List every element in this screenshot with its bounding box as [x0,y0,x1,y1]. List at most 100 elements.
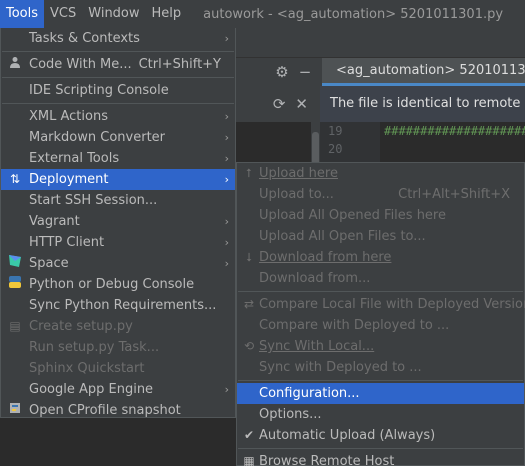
menu-item-upload-to: Upload to... Ctrl+Alt+Shift+X [237,184,524,205]
sync-icon: ⟲ [243,339,255,353]
deploy-arrows-icon: ⇅ [9,172,21,186]
menu-item-xml-actions[interactable]: XML Actions › [1,106,235,127]
menu-item-label: Space [29,256,69,271]
python-icon [7,274,23,295]
menu-item-google-app-engine[interactable]: Google App Engine › [1,379,235,400]
code-line: ###################################### [384,124,525,138]
compare-icon: ⇄ [243,297,255,311]
menu-tools[interactable]: Tools [0,0,45,28]
tools-menu: Tasks & Contexts › Code With Me... Ctrl+… [0,28,236,418]
line-gutter: 19 20 [320,122,380,162]
menu-item-label: Download from... [259,271,371,286]
menu-item-label: Start SSH Session... [29,193,158,208]
menu-item-download-from-here: ⭣ Download from here [237,247,524,268]
menu-item-start-ssh-session[interactable]: Start SSH Session... [1,190,235,211]
menu-item-label: Markdown Converter [29,130,166,145]
chevron-right-icon: › [224,110,229,123]
menu-item-code-with-me[interactable]: Code With Me... Ctrl+Shift+Y [1,54,235,75]
editor-tab[interactable]: <ag_automation> 5201011301 [322,58,525,86]
menu-item-label: XML Actions [29,109,108,124]
menu-item-label: Deployment [29,172,109,187]
menu-separator [238,291,523,292]
person-icon [7,54,23,75]
menu-item-label: Code With Me... [29,57,132,72]
menu-separator [2,103,234,104]
menu-item-upload-here: ⭡ Upload here [237,163,524,184]
code-area[interactable]: ###################################### [380,122,525,162]
menu-item-options[interactable]: Options... [237,404,524,425]
menu-separator [2,77,234,78]
line-number: 19 [328,124,343,138]
menu-item-label: Automatic Upload (Always) [259,428,436,443]
project-tool-icons: ⟳ ✕ [236,86,320,122]
menu-vcs[interactable]: VCS [44,0,82,28]
menu-item-ide-scripting-console[interactable]: IDE Scripting Console [1,80,235,101]
menu-item-sphinx-quickstart: Sphinx Quickstart [1,358,235,379]
menu-item-label: Upload here [259,166,338,181]
menu-item-space[interactable]: Space › [1,253,235,274]
checkmark-icon: ✔ [243,428,255,442]
menu-item-compare-with-deployed-to: Compare with Deployed to ... [237,315,524,336]
menu-help[interactable]: Help [146,0,188,28]
menu-item-upload-all-opened-files-here: Upload All Opened Files here [237,205,524,226]
menu-item-label: Open CProfile snapshot [29,403,181,418]
identical-file-notice: The file is identical to remote one [320,86,525,122]
menu-item-sync-python-requirements[interactable]: Sync Python Requirements... [1,295,235,316]
shortcut-label: Ctrl+Alt+Shift+X [398,187,510,202]
menu-item-configuration[interactable]: Configuration... [237,383,524,404]
space-icon [7,253,23,274]
download-icon: ⭣ [246,250,252,264]
remote-host-icon: ▦ [243,454,255,466]
menu-item-label: External Tools [29,151,120,166]
menu-item-automatic-upload[interactable]: ✔ Automatic Upload (Always) [237,425,524,446]
menu-item-label: Download from here [259,250,392,265]
menu-item-run-setup-py-task: Run setup.py Task... [1,337,235,358]
menu-item-label: Upload All Open Files to... [259,229,426,244]
chevron-right-icon: › [224,32,229,45]
menu-separator [238,380,523,381]
menu-bar: Tools VCS Window Help autowork - <ag_aut… [0,0,525,28]
chevron-right-icon: › [224,152,229,165]
chevron-right-icon: › [224,131,229,144]
profile-icon [7,400,23,421]
gear-icon[interactable]: ⚙ [270,63,294,81]
menu-item-label: Compare Local File with Deployed Version [259,297,525,312]
menu-item-compare-local-file: ⇄ Compare Local File with Deployed Versi… [237,294,525,315]
chevron-right-icon: › [224,383,229,396]
menu-item-label: Browse Remote Host [259,454,395,466]
menu-item-tasks-contexts[interactable]: Tasks & Contexts › [1,28,235,49]
chevron-right-icon: › [224,215,229,228]
menu-item-label: Run setup.py Task... [29,340,160,355]
menu-item-label: Sync Python Requirements... [29,298,217,313]
shortcut-label: Ctrl+Shift+Y [138,57,221,72]
menu-item-python-debug-console[interactable]: Python or Debug Console [1,274,235,295]
deployment-submenu: ⭡ Upload here Upload to... Ctrl+Alt+Shif… [236,162,525,466]
menu-window[interactable]: Window [82,0,145,28]
refresh-icon[interactable]: ⟳ [273,95,286,113]
menu-item-label: Python or Debug Console [29,277,195,292]
menu-item-label: Vagrant [29,214,80,229]
editor-tab-label: <ag_automation> 5201011301 [336,63,525,78]
menu-separator [238,448,523,449]
menu-item-label: Tasks & Contexts [29,31,140,46]
menu-item-markdown-converter[interactable]: Markdown Converter › [1,127,235,148]
close-icon[interactable]: ✕ [295,95,308,113]
menu-item-vagrant[interactable]: Vagrant › [1,211,235,232]
menu-item-label: HTTP Client [29,235,105,250]
chevron-right-icon: › [224,257,229,270]
menu-item-label: Upload to... [259,187,334,202]
menu-item-external-tools[interactable]: External Tools › [1,148,235,169]
menu-item-label: Options... [259,407,322,422]
menu-item-browse-remote-host[interactable]: ▦ Browse Remote Host [237,451,524,466]
menu-item-label: IDE Scripting Console [29,83,169,98]
menu-item-label: Upload All Opened Files here [259,208,446,223]
menu-item-label: Compare with Deployed to ... [259,318,450,333]
menu-item-label: Google App Engine [29,382,154,397]
menu-item-open-cprofile-snapshot[interactable]: Open CProfile snapshot [1,400,235,421]
menu-item-label: Sync with Deployed to ... [259,360,422,375]
menu-item-label: Sync With Local... [259,339,375,354]
minimize-icon[interactable]: − [294,63,316,81]
menu-item-deployment[interactable]: ⇅ Deployment › [1,169,235,190]
menu-item-http-client[interactable]: HTTP Client › [1,232,235,253]
upload-icon: ⭡ [246,166,252,180]
